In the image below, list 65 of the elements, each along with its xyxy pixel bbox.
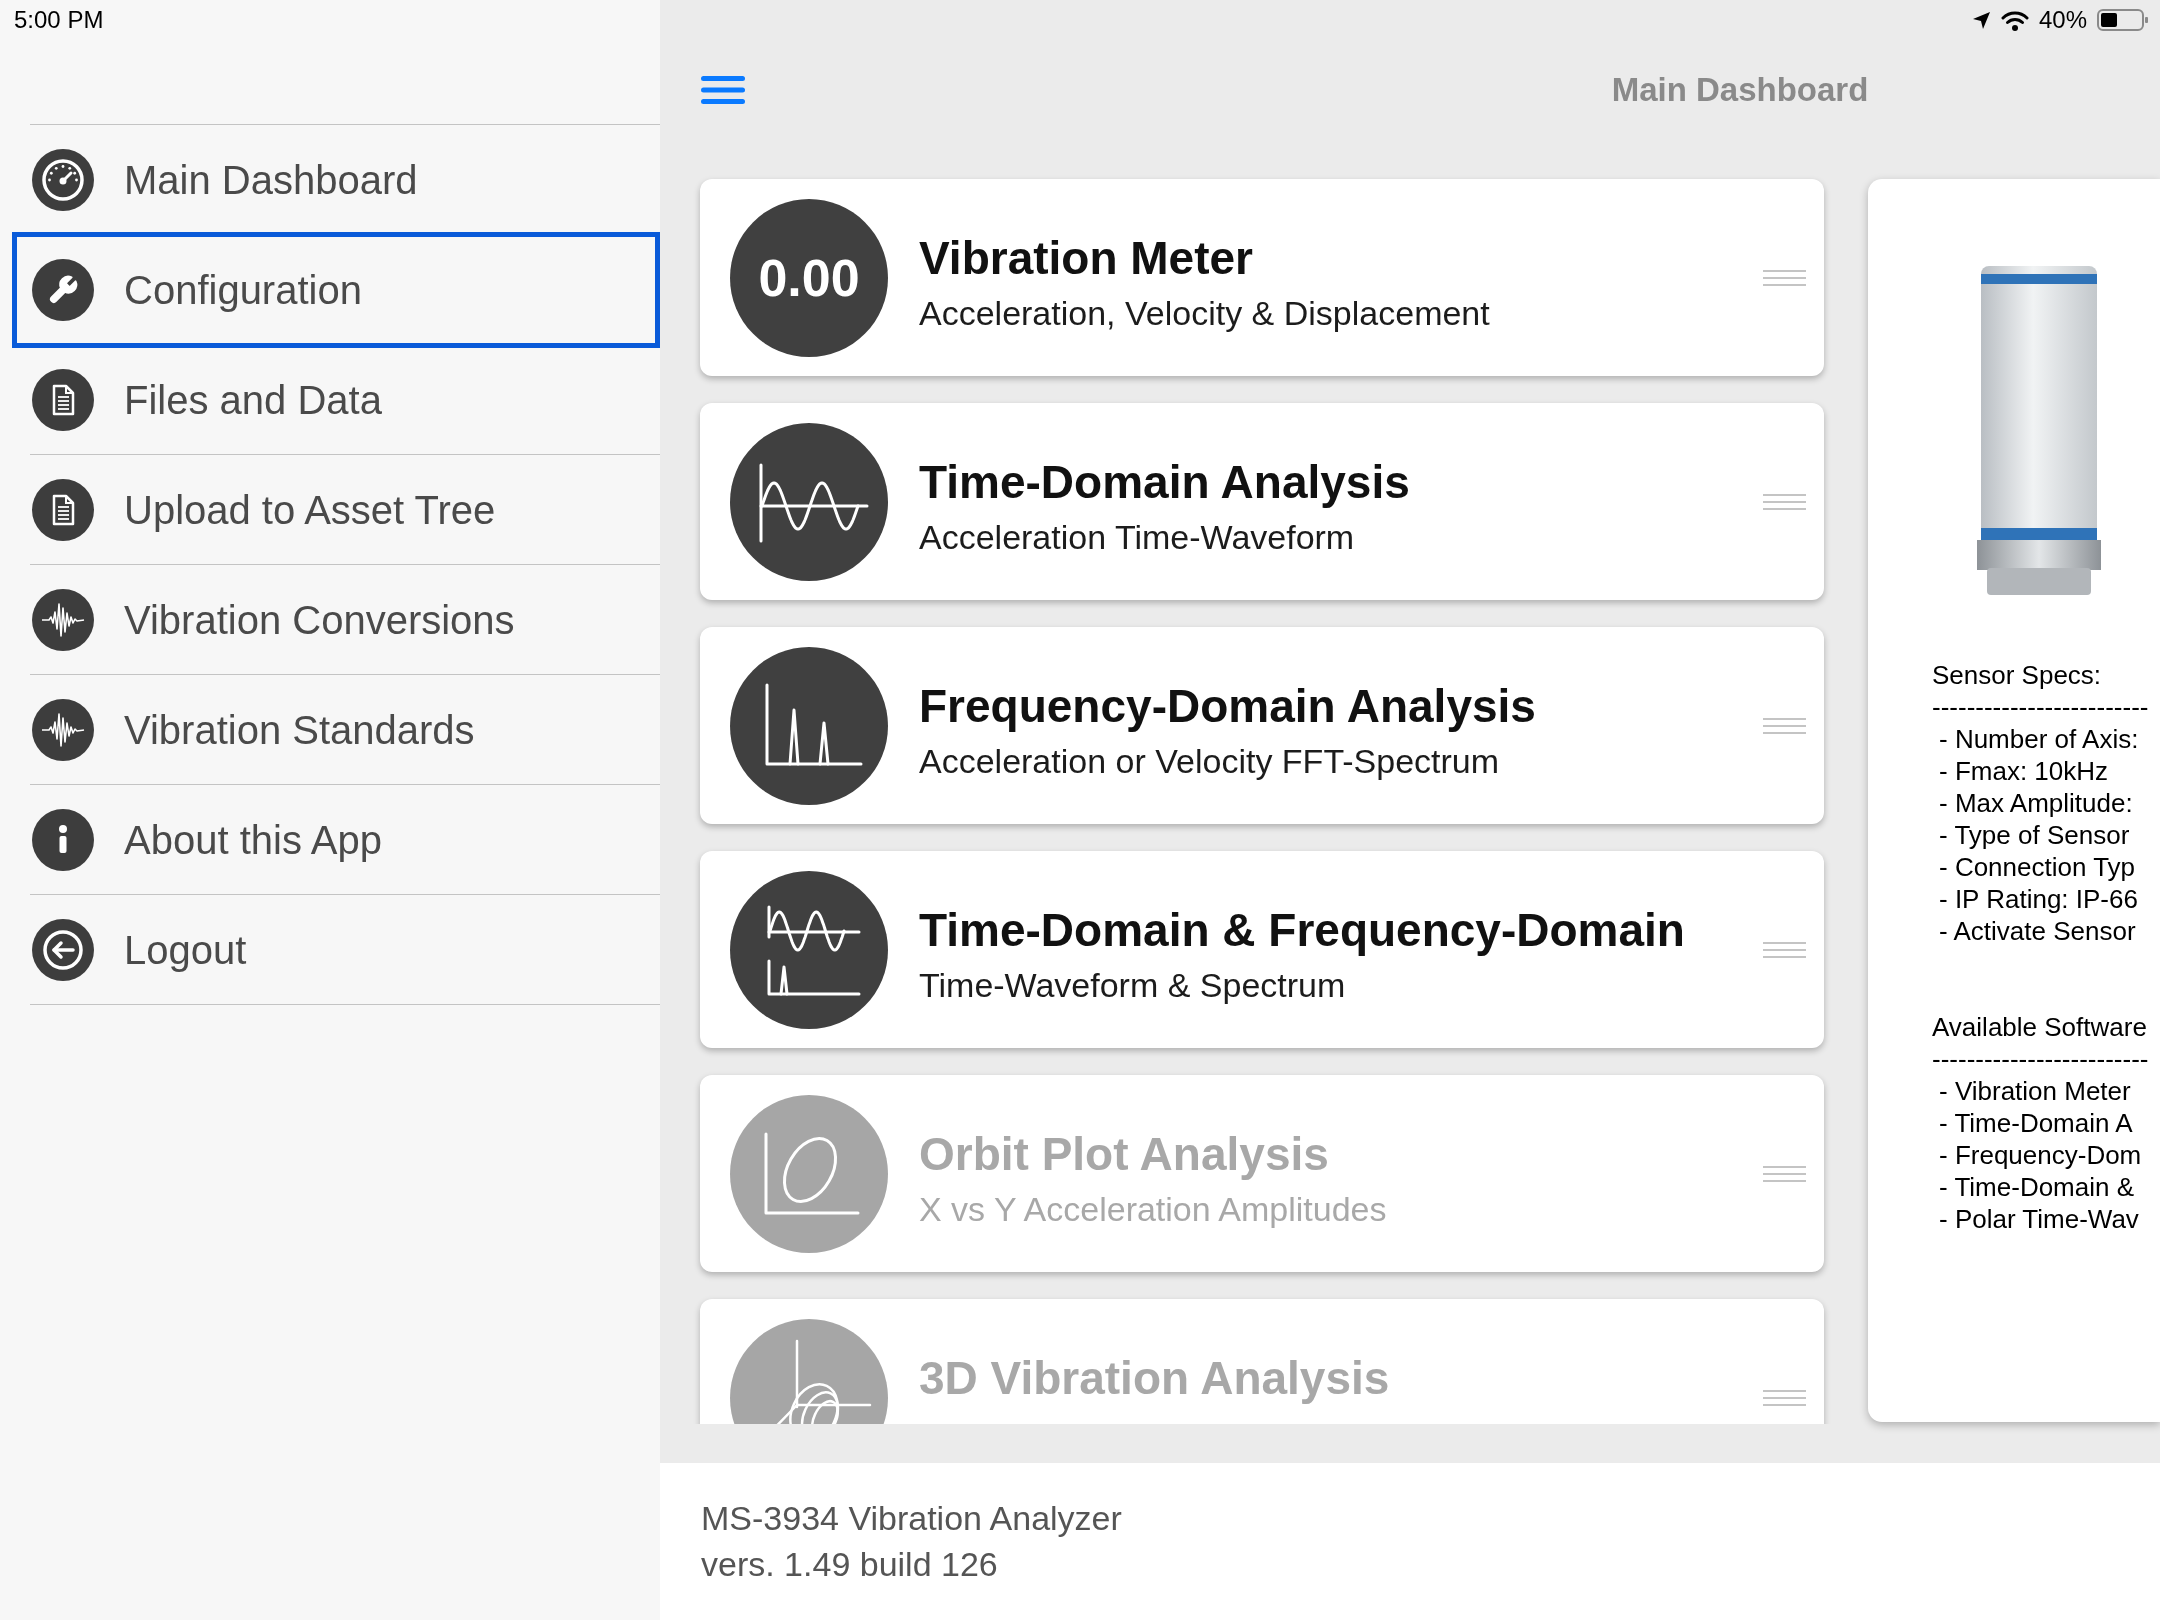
list-item: - Connection Typ xyxy=(1938,851,2136,883)
sidebar-item[interactable]: Configuration xyxy=(12,232,660,348)
wifi-icon xyxy=(2000,9,2029,31)
list-item: - Time-Domain & xyxy=(1938,1171,2135,1203)
card-title: Orbit Plot Analysis xyxy=(919,1128,1329,1180)
waveform-icon xyxy=(32,588,94,651)
list-item: - IP Rating: IP-66 xyxy=(1938,883,2138,915)
spectrum-chart-icon xyxy=(730,646,888,805)
section-heading: Sensor Specs: xyxy=(1932,659,2102,691)
card-title: Time-Domain & Frequency-Domain xyxy=(919,904,1685,956)
list-item: - Frequency-Dom xyxy=(1938,1139,2142,1171)
sidebar-item[interactable]: Files and Data xyxy=(30,345,660,455)
document-icon xyxy=(32,478,94,541)
waveform-spectrum-icon xyxy=(730,870,888,1029)
location-arrow-icon xyxy=(1971,10,1991,30)
list-item: - Time-Domain A xyxy=(1938,1107,2133,1139)
list-item: - Type of Sensor xyxy=(1938,819,2130,851)
list-item: - Fmax: 10kHz xyxy=(1938,755,2109,787)
drag-handle-icon[interactable] xyxy=(1763,269,1806,286)
document-icon xyxy=(32,368,94,431)
wrench-icon xyxy=(32,259,94,321)
page-title: Main Dashboard xyxy=(1611,70,1869,111)
gauge-icon xyxy=(32,148,94,211)
meter-readout: 0.00 xyxy=(730,198,888,357)
menu-icon[interactable] xyxy=(701,76,745,104)
analysis-card[interactable]: Frequency-Domain Analysis Acceleration or Velocity FFT-Spectrum xyxy=(700,627,1824,824)
list-item: - Max Amplitude: xyxy=(1938,787,2133,819)
card-subtitle: X vs Y Acceleration Amplitudes xyxy=(919,1189,1387,1229)
dashed-rule: ------------------------- xyxy=(1932,1043,2149,1075)
status-time: 5:00 PM xyxy=(14,5,104,35)
list-item: - Activate Sensor xyxy=(1938,915,2136,947)
drag-handle-icon[interactable] xyxy=(1763,717,1806,734)
analysis-card[interactable]: Time-Domain & Frequency-Domain Time-Waveform & Spectrum xyxy=(700,851,1824,1048)
card-subtitle: Acceleration, Velocity & Displacement xyxy=(919,293,1490,333)
list-item: - Vibration Meter xyxy=(1938,1075,2131,1107)
card-title: Frequency-Domain Analysis xyxy=(919,680,1536,732)
list-item: - Polar Time-Wav xyxy=(1938,1203,2139,1235)
card-title: 3D Vibration Analysis xyxy=(919,1352,1390,1404)
logout-icon xyxy=(32,918,94,981)
sidebar-item[interactable]: Main Dashboard xyxy=(30,125,660,235)
drag-handle-icon[interactable] xyxy=(1763,941,1806,958)
card-subtitle: Acceleration or Velocity FFT-Spectrum xyxy=(919,741,1500,781)
analysis-card[interactable]: Time-Domain Analysis Acceleration Time-Waveform xyxy=(700,403,1824,600)
card-title: Time-Domain Analysis xyxy=(919,456,1410,508)
sidebar-item[interactable]: Vibration Standards xyxy=(30,675,660,785)
section-heading: Available Software xyxy=(1932,1011,2147,1043)
sidebar-item[interactable]: Vibration Conversions xyxy=(30,565,660,675)
waveform-chart-icon xyxy=(730,422,888,581)
app-info-text: vers. 1.49 build 126 xyxy=(701,1544,998,1585)
battery-icon xyxy=(2097,9,2149,31)
app-info-text: MS-3934 Vibration Analyzer xyxy=(701,1498,1122,1539)
drag-handle-icon[interactable] xyxy=(1763,493,1806,510)
card-subtitle: Acceleration Time-Waveform xyxy=(919,517,1355,557)
sidebar-item[interactable]: Upload to Asset Tree xyxy=(30,455,660,565)
info-icon xyxy=(32,808,94,871)
orbit-plot-icon xyxy=(730,1094,888,1253)
battery-percent: 40% xyxy=(2038,5,2087,35)
card-title: Vibration Meter xyxy=(919,232,1253,284)
sidebar-item[interactable]: Logout xyxy=(30,895,660,1005)
analysis-card[interactable]: 0.00 Vibration Meter Acceleration, Velocity & Displacement xyxy=(700,179,1824,376)
waveform-icon xyxy=(32,698,94,761)
dashed-rule: ------------------------- xyxy=(1932,691,2149,723)
list-item: - Number of Axis: xyxy=(1938,723,2139,755)
sidebar-item[interactable]: About this App xyxy=(30,785,660,895)
card-subtitle: Time-Waveform & Spectrum xyxy=(919,965,1346,1005)
